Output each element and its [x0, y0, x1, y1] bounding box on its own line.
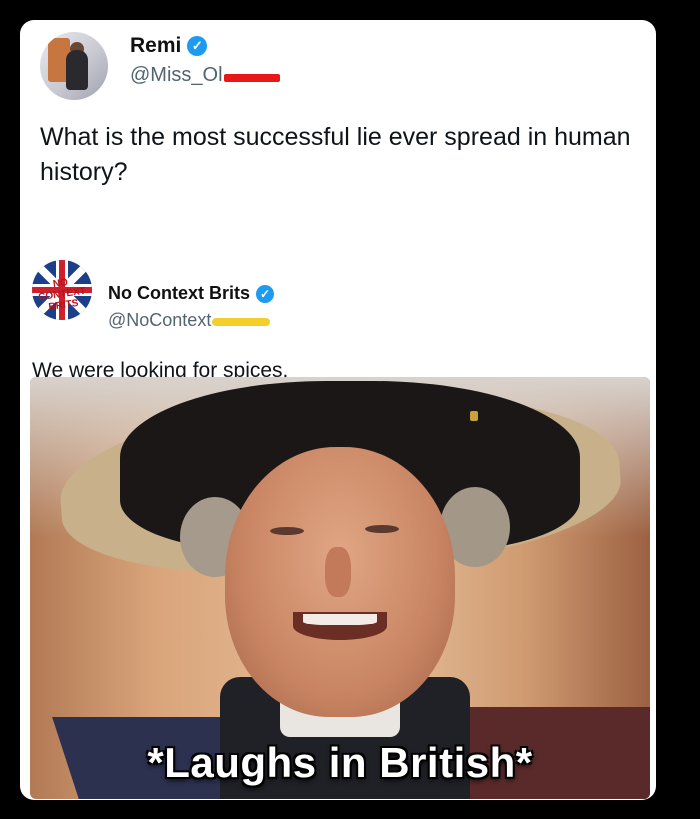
tweet2-handle-text: @NoContext — [108, 310, 212, 330]
tweet1-name-row: Remi ✓ — [130, 34, 208, 58]
tweet1-display-name[interactable]: Remi — [130, 34, 181, 58]
tweet1-body: What is the most successful lie ever spr… — [40, 123, 631, 186]
redaction-mark — [223, 73, 280, 82]
nocontextbrits-avatar[interactable]: NO CONTEXT BRITS — [32, 260, 92, 320]
remi-avatar[interactable] — [40, 32, 108, 100]
screenshot-card: Remi ✓ @Miss_Ol What is the most success… — [20, 20, 656, 800]
eye-left — [270, 527, 304, 535]
meme-image[interactable]: *Laughs in British* — [30, 377, 650, 799]
tweet2-handle[interactable]: @NoContext — [108, 310, 271, 331]
tweet2-name-row: No Context Brits ✓ — [108, 283, 275, 304]
tweet2-display-name[interactable]: No Context Brits — [108, 283, 250, 304]
teeth — [303, 614, 377, 625]
smiling-face — [225, 447, 455, 717]
tweet1-handle[interactable]: @Miss_Ol — [130, 64, 280, 87]
hat-pin — [470, 411, 478, 421]
redaction-mark — [212, 318, 271, 326]
verified-badge-icon: ✓ — [187, 36, 208, 56]
nose — [325, 547, 351, 597]
meme-caption: *Laughs in British* — [147, 739, 533, 786]
avatar-person — [66, 50, 88, 90]
tweet1-handle-text: @Miss_Ol — [130, 64, 223, 86]
eye-right — [365, 525, 399, 533]
verified-badge-icon: ✓ — [256, 284, 275, 303]
